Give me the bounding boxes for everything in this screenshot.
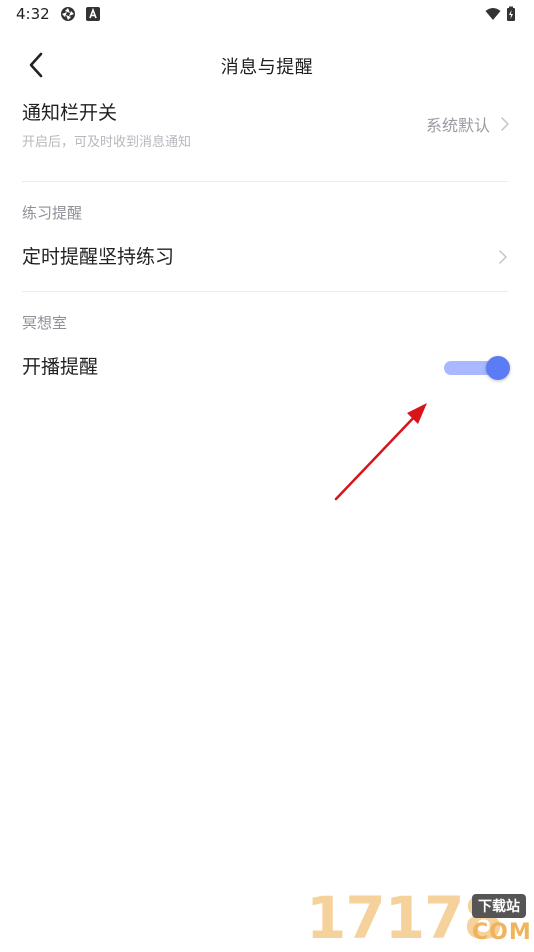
annotation-arrow (330, 395, 440, 505)
practice-reminder-title: 定时提醒坚持练习 (22, 246, 175, 268)
practice-section-label: 练习提醒 (22, 204, 83, 222)
divider (22, 291, 508, 292)
live-reminder-row: 开播提醒 (22, 352, 512, 382)
status-time: 4:32 (16, 5, 50, 23)
practice-reminder-row[interactable]: 定时提醒坚持练习 (22, 242, 512, 272)
battery-icon (506, 6, 516, 22)
live-reminder-title: 开播提醒 (22, 356, 99, 378)
aperture-icon (60, 6, 76, 22)
status-bar: 4:32 (0, 0, 534, 30)
app-a-icon (85, 6, 101, 22)
notification-switch-row[interactable]: 通知栏开关 开启后，可及时收到消息通知 系统默认 (22, 98, 512, 150)
page-title: 消息与提醒 (220, 57, 314, 78)
wifi-icon (485, 6, 501, 22)
watermark-badge: 下载站 (472, 894, 526, 918)
live-reminder-toggle[interactable] (444, 355, 510, 381)
notification-switch-right: 系统默认 (426, 104, 510, 144)
header: 消息与提醒 (0, 40, 534, 90)
meditation-section-label: 冥想室 (22, 314, 68, 332)
chevron-right-icon (500, 116, 510, 132)
notification-switch-value: 系统默认 (425, 116, 490, 135)
divider (22, 181, 508, 182)
watermark-logo: 17178 下载站 COM (306, 884, 534, 950)
watermark-domain: COM (472, 920, 532, 945)
practice-reminder-right (498, 242, 508, 272)
chevron-right-icon (498, 249, 508, 265)
toggle-thumb (486, 356, 510, 380)
